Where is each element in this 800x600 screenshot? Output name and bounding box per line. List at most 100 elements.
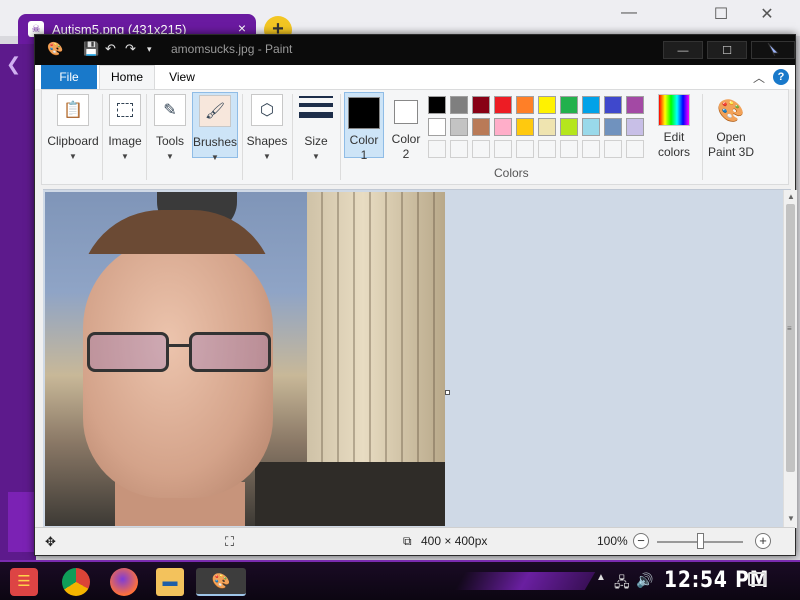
palette-swatch[interactable] — [538, 118, 556, 136]
palette-swatch[interactable] — [450, 118, 468, 136]
chevron-down-icon: ▼ — [69, 152, 77, 161]
browser-maximize-button[interactable]: ☐ — [706, 4, 736, 24]
size-button[interactable]: Size ▼ — [294, 94, 338, 164]
glasses — [85, 332, 275, 374]
palette-swatch[interactable] — [428, 96, 446, 114]
palette-swatch[interactable] — [472, 118, 490, 136]
back-arrow-icon[interactable]: ❮ — [6, 54, 21, 75]
zoom-in-button[interactable]: + — [755, 533, 771, 549]
palette-swatch[interactable] — [626, 96, 644, 114]
palette-swatch[interactable] — [582, 118, 600, 136]
palette-empty-swatch[interactable] — [582, 140, 600, 158]
palette-swatch[interactable] — [494, 96, 512, 114]
shapes-button[interactable]: ⬡ Shapes ▼ — [244, 94, 290, 164]
cursor-arrow-icon — [767, 42, 779, 57]
edit-colors-button[interactable]: Edit colors — [650, 94, 698, 160]
palette-swatch[interactable] — [516, 118, 534, 136]
collapse-ribbon-icon[interactable]: ︿ — [753, 69, 765, 86]
paint-logo-icon[interactable]: 🎨 — [47, 41, 63, 57]
clipboard-button[interactable]: 📋 Clipboard ▼ — [46, 94, 100, 164]
palette-empty-swatch[interactable] — [472, 140, 490, 158]
canvas-resize-handle[interactable] — [445, 390, 450, 395]
palette-swatch[interactable] — [538, 96, 556, 114]
maximize-button[interactable]: ☐ — [707, 41, 747, 59]
browser-minimize-button[interactable]: — — [614, 4, 644, 22]
undo-icon[interactable]: ↶ — [105, 41, 116, 57]
browser-close-button[interactable]: ✕ — [752, 4, 782, 24]
brushes-button[interactable]: 🖌 Brushes ▼ — [192, 92, 238, 162]
right-lens — [189, 332, 271, 372]
scrollbar-thumb[interactable] — [786, 204, 795, 472]
redo-icon[interactable]: ↷ — [125, 41, 136, 57]
palette-swatch[interactable] — [472, 96, 490, 114]
palette-swatch[interactable] — [516, 96, 534, 114]
network-icon[interactable]: 🖧 — [614, 572, 630, 596]
brushes-label: Brushes — [193, 135, 238, 149]
palette-swatch[interactable] — [560, 118, 578, 136]
palette-swatch[interactable] — [582, 96, 600, 114]
ribbon: 📋 Clipboard ▼ Image ▼ ✎ Tools ▼ 🖌 Brushe… — [41, 89, 789, 185]
scroll-down-icon[interactable]: ▼ — [784, 514, 798, 523]
tray-chevron-icon[interactable]: ▲ — [596, 572, 606, 583]
chrome-icon[interactable] — [62, 568, 90, 596]
ribbon-divider — [146, 94, 147, 180]
save-icon[interactable]: 💾 — [83, 41, 99, 57]
clipboard-label: Clipboard — [47, 134, 99, 148]
browser-side-strip: ❮ — [0, 44, 36, 560]
image-size-icon: ⧉ — [403, 534, 412, 548]
file-explorer-icon[interactable]: ▬ — [156, 568, 184, 596]
browser-side-panel — [8, 492, 36, 552]
palette-empty-swatch[interactable] — [626, 140, 644, 158]
line-size-icon — [299, 94, 333, 126]
open-paint3d-button[interactable]: 🎨 Open Paint 3D — [704, 94, 758, 160]
palette-empty-swatch[interactable] — [604, 140, 622, 158]
palette-empty-swatch[interactable] — [560, 140, 578, 158]
chevron-down-icon: ▼ — [166, 152, 174, 161]
edit-colors-label-1: Edit — [663, 130, 685, 144]
palette-swatch[interactable] — [494, 118, 512, 136]
volume-icon[interactable]: 🔊 — [636, 572, 653, 589]
ribbon-divider — [242, 94, 243, 180]
palette-empty-swatch[interactable] — [428, 140, 446, 158]
zoom-slider-thumb[interactable] — [697, 533, 704, 549]
ribbon-tabs: File Home View ︿ ? — [35, 65, 795, 90]
palette-empty-swatch[interactable] — [516, 140, 534, 158]
paint-icon[interactable]: 🎨 — [196, 568, 246, 596]
canvas-area[interactable]: ▲ ≡ ▼ — [43, 189, 797, 528]
customize-icon[interactable]: ▾ — [147, 44, 152, 55]
zoom-out-button[interactable]: − — [633, 533, 649, 549]
paint-window: 🎨 💾 ↶ ↷ ▾ amomsucks.jpg - Paint — ☐ File… — [34, 34, 797, 556]
tools-button[interactable]: ✎ Tools ▼ — [150, 94, 190, 164]
palette-swatch[interactable] — [626, 118, 644, 136]
minimize-button[interactable]: — — [663, 41, 703, 59]
start-icon[interactable]: ☰ — [10, 568, 38, 596]
vertical-scrollbar[interactable]: ▲ ≡ ▼ — [783, 190, 797, 528]
chevron-down-icon: ▼ — [121, 152, 129, 161]
color1-button[interactable]: Color 1 — [344, 92, 384, 162]
palette-swatch[interactable] — [604, 118, 622, 136]
status-bar: ✥ ⛶ ⧉ 400 × 400px 100% − + — [35, 527, 795, 555]
edit-colors-label-2: colors — [657, 145, 690, 159]
tab-view[interactable]: View — [157, 65, 207, 89]
shapes-label: Shapes — [246, 134, 288, 148]
glasses-bridge — [169, 344, 191, 347]
palette-empty-swatch[interactable] — [450, 140, 468, 158]
close-button[interactable] — [751, 41, 795, 59]
taskbar-decoration — [454, 572, 596, 590]
tab-file[interactable]: File — [41, 65, 97, 89]
color2-button[interactable]: Color 2 — [386, 92, 426, 161]
palette-swatch[interactable] — [604, 96, 622, 114]
scroll-up-icon[interactable]: ▲ — [784, 192, 798, 201]
image-canvas[interactable] — [45, 192, 445, 526]
firefox-icon[interactable] — [110, 568, 138, 596]
help-button[interactable]: ? — [773, 69, 789, 85]
tab-home[interactable]: Home — [99, 65, 155, 90]
palette-swatch[interactable] — [450, 96, 468, 114]
palette-empty-swatch[interactable] — [494, 140, 512, 158]
palette-swatch[interactable] — [428, 118, 446, 136]
notification-icon[interactable] — [748, 572, 766, 586]
image-button[interactable]: Image ▼ — [104, 94, 146, 164]
shapes-icon: ⬡ — [251, 94, 283, 126]
palette-swatch[interactable] — [560, 96, 578, 114]
palette-empty-swatch[interactable] — [538, 140, 556, 158]
